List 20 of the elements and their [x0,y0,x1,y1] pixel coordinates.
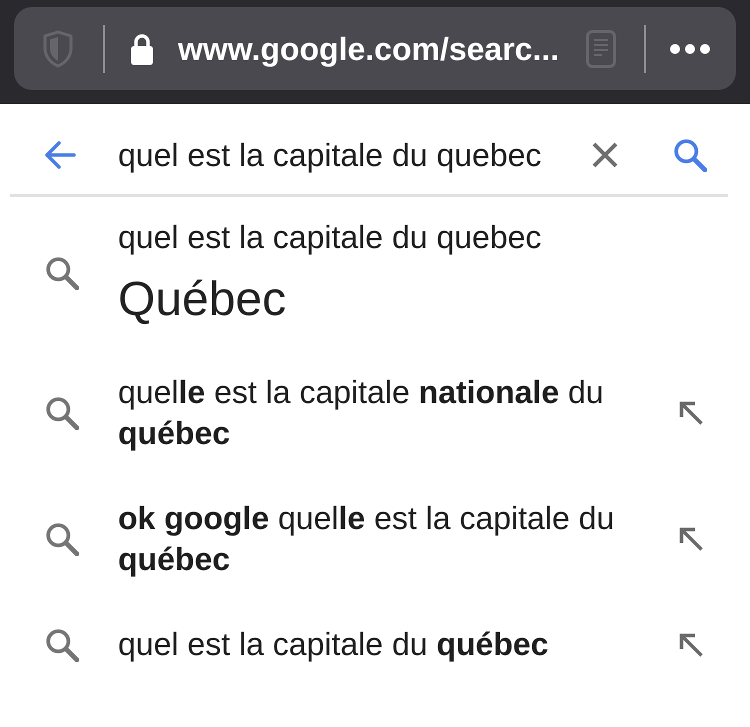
search-field[interactable]: quel est la capitale du quebec [118,131,568,179]
close-icon[interactable] [592,142,618,168]
more-icon[interactable] [670,44,710,54]
suggestion-text[interactable]: ok google quelle est la capitale du québec [118,498,658,580]
address-bar[interactable]: www.google.com/searc... [14,7,736,90]
up-left-arrow-icon[interactable] [678,400,704,426]
answer-text: Québec [118,272,286,328]
up-left-arrow-icon[interactable] [678,632,704,658]
url-text[interactable]: www.google.com/searc... [178,30,560,66]
lock-icon [130,32,154,64]
search-icon [45,396,79,430]
search-icon [45,256,79,290]
suggestion-text[interactable]: quel est la capitale du québec [118,624,548,665]
search-icon [45,628,79,662]
search-icon[interactable] [673,138,707,172]
suggestion-text[interactable]: quel est la capitale du quebec [118,218,542,256]
suggestion-text[interactable]: quelle est la capitale nationale du québec [118,372,658,454]
search-icon [45,522,79,556]
up-left-arrow-icon[interactable] [678,526,704,552]
back-arrow-icon[interactable] [42,139,76,171]
